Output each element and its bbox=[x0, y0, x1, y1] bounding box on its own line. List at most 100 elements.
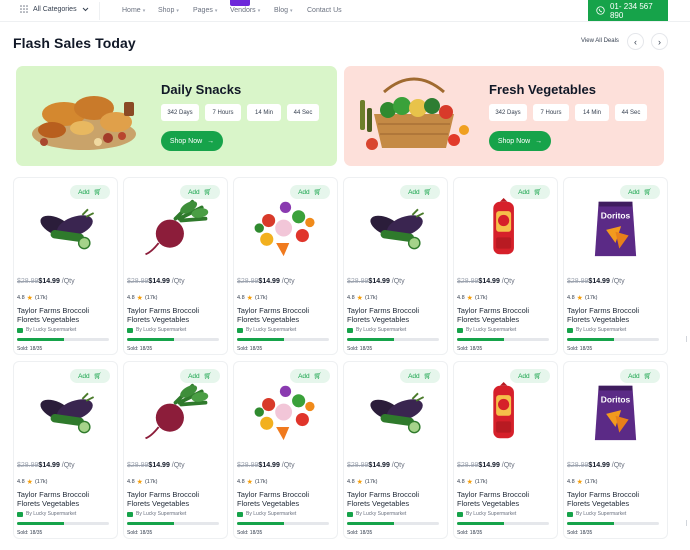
product-name[interactable]: Taylor Farms Broccoli Florets Vegetables bbox=[127, 306, 227, 324]
sold-count: Sold: 18/35 bbox=[567, 346, 593, 352]
nav-item-blog[interactable]: Blog ▾ bbox=[274, 7, 307, 14]
product-card[interactable]: Add 🛒︎ $28.99$14.99 /Qty 4.8 ★ (17k) Tay… bbox=[233, 177, 338, 355]
product-card[interactable]: Add 🛒︎ Doritos $28.99$14.99 /Qty 4.8 ★ (… bbox=[563, 361, 668, 539]
sold-progress-bar bbox=[347, 338, 439, 341]
view-all-deals-link[interactable]: View All Deals bbox=[581, 38, 619, 44]
rating-value: 4.8 bbox=[347, 479, 355, 485]
product-card[interactable]: Add 🛒︎ Doritos $28.99$14.99 /Qty 4.8 ★ (… bbox=[563, 177, 668, 355]
price: $28.99$14.99 /Qty bbox=[237, 462, 295, 469]
star-icon: ★ bbox=[26, 295, 33, 302]
sold-progress-bar bbox=[567, 338, 659, 341]
phone-icon bbox=[596, 6, 605, 15]
rating: 4.8 ★ (17k) bbox=[17, 478, 47, 486]
store-name: By Lucky Supermarket bbox=[347, 511, 406, 517]
store-icon bbox=[237, 327, 243, 333]
product-card[interactable]: Add 🛒︎ $28.99$14.99 /Qty 4.8 ★ (17k) Tay… bbox=[13, 177, 118, 355]
product-name[interactable]: Taylor Farms Broccoli Florets Vegetables bbox=[347, 490, 447, 508]
rating-value: 4.8 bbox=[127, 479, 135, 485]
rating: 4.8 ★ (17k) bbox=[237, 478, 267, 486]
store-label: By Lucky Supermarket bbox=[26, 511, 77, 517]
product-name[interactable]: Taylor Farms Broccoli Florets Vegetables bbox=[17, 490, 117, 508]
product-name[interactable]: Taylor Farms Broccoli Florets Vegetables bbox=[347, 306, 447, 324]
rating: 4.8 ★ (17k) bbox=[347, 294, 377, 302]
old-price: $28.99 bbox=[17, 278, 39, 285]
product-card[interactable]: Add 🛒︎ $28.99$14.99 /Qty 4.8 ★ (17k) Tay… bbox=[13, 361, 118, 539]
price: $28.99$14.99 /Qty bbox=[567, 462, 625, 469]
sold-progress-fill bbox=[457, 522, 504, 525]
phone-button[interactable]: 01- 234 567 890 bbox=[588, 0, 668, 21]
scroll-indicator[interactable] bbox=[686, 520, 690, 526]
nav-label: Vendors bbox=[230, 7, 256, 14]
shop-now-button[interactable]: Shop Now → bbox=[161, 131, 223, 151]
nav-label: Pages bbox=[193, 7, 213, 14]
nav-label: Contact Us bbox=[307, 7, 342, 14]
sold-count: Sold: 18/35 bbox=[127, 346, 153, 352]
countdown-timer: 342 Days 7 Hours 14 Min 44 Sec bbox=[161, 104, 319, 121]
shop-now-button[interactable]: Shop Now → bbox=[489, 131, 551, 151]
banner-title: Daily Snacks bbox=[161, 82, 242, 97]
rating: 4.8 ★ (17k) bbox=[237, 294, 267, 302]
store-name: By Lucky Supermarket bbox=[567, 511, 626, 517]
sold-count: Sold: 18/35 bbox=[347, 530, 373, 536]
product-card[interactable]: Add 🛒︎ $28.99$14.99 /Qty 4.8 ★ (17k) Tay… bbox=[343, 177, 448, 355]
nav-item-contact[interactable]: Contact Us bbox=[307, 7, 342, 14]
star-icon: ★ bbox=[356, 479, 363, 486]
sale-price: $14.99 bbox=[258, 462, 280, 469]
price-unit: /Qty bbox=[609, 462, 625, 469]
chevron-left-icon: ‹ bbox=[634, 36, 637, 47]
sold-count: Sold: 18/35 bbox=[17, 530, 43, 536]
rating: 4.8 ★ (17k) bbox=[17, 294, 47, 302]
product-name[interactable]: Taylor Farms Broccoli Florets Vegetables bbox=[567, 490, 667, 508]
sold-progress-fill bbox=[457, 338, 504, 341]
old-price: $28.99 bbox=[347, 462, 369, 469]
main-menu: Home ▾ Shop ▾ Pages ▾ Vendors ▾ Blog ▾ Contac… bbox=[122, 7, 342, 14]
sold-progress-fill bbox=[567, 338, 614, 341]
all-categories-button[interactable]: All Categories bbox=[20, 5, 89, 13]
nav-item-vendors[interactable]: Vendors ▾ bbox=[230, 7, 274, 14]
product-card[interactable]: Add 🛒︎ $28.99$14.99 /Qty 4.8 ★ (17k) Tay… bbox=[343, 361, 448, 539]
star-icon: ★ bbox=[246, 295, 253, 302]
product-name[interactable]: Taylor Farms Broccoli Florets Vegetables bbox=[127, 490, 227, 508]
nav-item-pages[interactable]: Pages ▾ bbox=[193, 7, 230, 14]
product-name[interactable]: Taylor Farms Broccoli Florets Vegetables bbox=[237, 306, 337, 324]
product-name[interactable]: Taylor Farms Broccoli Florets Vegetables bbox=[457, 306, 557, 324]
rating-value: 4.8 bbox=[127, 295, 135, 301]
product-card[interactable]: Add 🛒︎ $28.99$14.99 /Qty 4.8 ★ (17k) Tay… bbox=[123, 361, 228, 539]
chevron-down-icon: ▾ bbox=[290, 7, 293, 14]
timer-minutes: 14 Min bbox=[575, 104, 609, 121]
nav-item-home[interactable]: Home ▾ bbox=[122, 7, 158, 14]
store-name: By Lucky Supermarket bbox=[127, 511, 186, 517]
next-button[interactable]: › bbox=[651, 33, 668, 50]
price-unit: /Qty bbox=[59, 462, 75, 469]
rating: 4.8 ★ (17k) bbox=[457, 478, 487, 486]
chevron-down-icon: ▾ bbox=[257, 7, 261, 14]
store-label: By Lucky Supermarket bbox=[466, 511, 517, 517]
product-name[interactable]: Taylor Farms Broccoli Florets Vegetables bbox=[457, 490, 557, 508]
timer-days: 342 Days bbox=[161, 104, 199, 121]
scroll-indicator[interactable] bbox=[686, 336, 690, 342]
sold-count: Sold: 18/35 bbox=[457, 346, 483, 352]
old-price: $28.99 bbox=[17, 462, 39, 469]
nav-item-shop[interactable]: Shop ▾ bbox=[158, 7, 193, 14]
product-info: $28.99$14.99 /Qty 4.8 ★ (17k) Taylor Far… bbox=[567, 178, 667, 356]
store-label: By Lucky Supermarket bbox=[576, 327, 627, 333]
product-card[interactable]: Add 🛒︎ $28.99$14.99 /Qty 4.8 ★ (17k) Tay… bbox=[453, 361, 558, 539]
review-count: (17k) bbox=[34, 479, 48, 485]
rating-value: 4.8 bbox=[567, 295, 575, 301]
product-name[interactable]: Taylor Farms Broccoli Florets Vegetables bbox=[567, 306, 667, 324]
product-name[interactable]: Taylor Farms Broccoli Florets Vegetables bbox=[237, 490, 337, 508]
product-card[interactable]: Add 🛒︎ $28.99$14.99 /Qty 4.8 ★ (17k) Tay… bbox=[453, 177, 558, 355]
store-name: By Lucky Supermarket bbox=[17, 327, 76, 333]
sold-count: Sold: 18/35 bbox=[127, 530, 153, 536]
rating: 4.8 ★ (17k) bbox=[567, 294, 597, 302]
review-count: (17k) bbox=[364, 295, 378, 301]
product-name[interactable]: Taylor Farms Broccoli Florets Vegetables bbox=[17, 306, 117, 324]
previous-button[interactable]: ‹ bbox=[627, 33, 644, 50]
price: $28.99$14.99 /Qty bbox=[347, 462, 405, 469]
product-card[interactable]: Add 🛒︎ $28.99$14.99 /Qty 4.8 ★ (17k) Tay… bbox=[123, 177, 228, 355]
product-info: $28.99$14.99 /Qty 4.8 ★ (17k) Taylor Far… bbox=[127, 178, 227, 356]
product-card[interactable]: Add 🛒︎ $28.99$14.99 /Qty 4.8 ★ (17k) Tay… bbox=[233, 361, 338, 539]
sold-progress-bar bbox=[567, 522, 659, 525]
store-name: By Lucky Supermarket bbox=[17, 511, 76, 517]
chevron-right-icon: › bbox=[658, 36, 661, 47]
